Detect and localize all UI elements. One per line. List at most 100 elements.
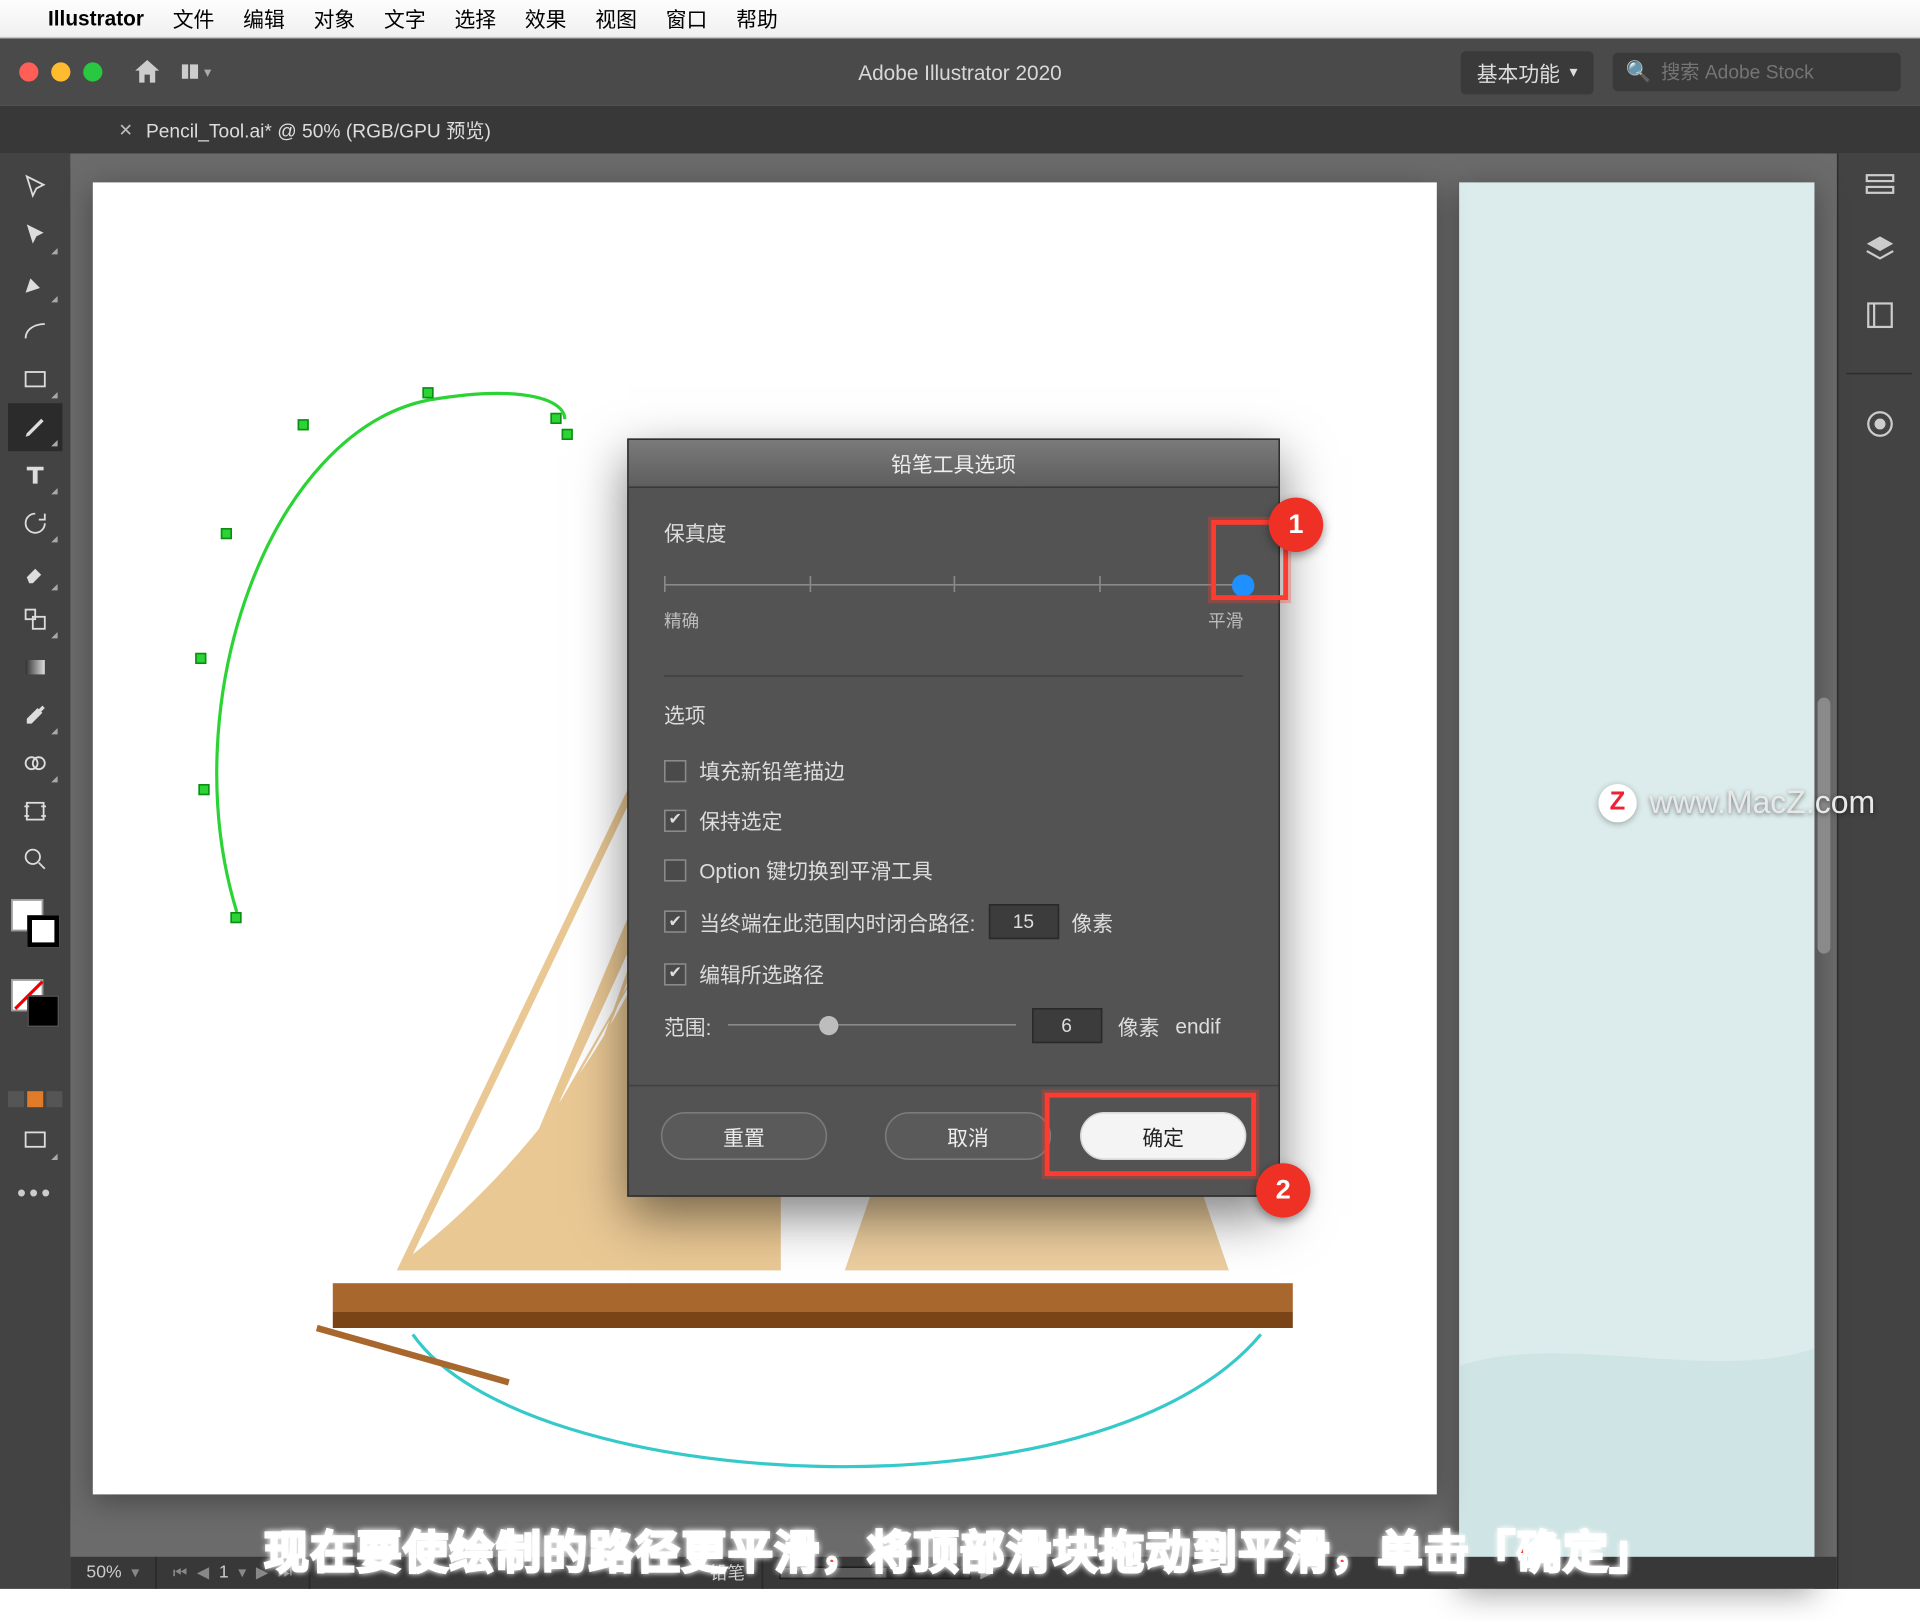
eraser-tool[interactable] [8,547,62,595]
eyedropper-tool[interactable] [8,691,62,739]
pencil-tool-options-dialog: 铅笔工具选项 保真度 精确 平滑 1 选项 填充新铅笔描边 [627,438,1280,1196]
close-tab-icon[interactable]: ✕ [118,119,133,140]
document-tab[interactable]: ✕ Pencil_Tool.ai* @ 50% (RGB/GPU 预览) [99,106,510,154]
app-bar: ▾ Adobe Illustrator 2020 基本功能 ▾ 🔍 [0,38,1920,105]
options-label: 选项 [664,699,1243,729]
reset-button[interactable]: 重置 [661,1112,827,1160]
anchor-point[interactable] [298,419,309,430]
edit-toolbar[interactable]: ••• [8,1165,62,1213]
workspace-switcher[interactable]: 基本功能 ▾ [1461,50,1594,93]
ellipsis-icon: ••• [17,1181,54,1210]
rotate-tool[interactable] [8,499,62,547]
search-icon: 🔍 [1626,59,1652,85]
tools-panel: ••• [0,154,70,1589]
pen-tool[interactable] [8,259,62,307]
keep-selected-checkbox[interactable]: 保持选定 [664,805,1243,835]
checkbox-label: 填充新铅笔描边 [699,755,845,785]
watermark-text: www.MacZ.com [1649,785,1875,822]
menu-window[interactable]: 窗口 [666,3,708,33]
fidelity-smooth-label: 平滑 [1208,608,1243,634]
pencil-tool[interactable] [8,403,62,451]
fill-stroke-swatch[interactable] [8,899,62,963]
unit-label: 像素 [1071,906,1113,936]
anchor-point[interactable] [195,653,206,664]
right-panels-dock [1837,154,1920,1589]
sea-artwork [1459,182,1814,1588]
close-paths-value[interactable] [988,904,1058,939]
workspace-label: 基本功能 [1477,57,1560,87]
artboard-secondary[interactable] [1459,182,1814,1588]
fidelity-label: 保真度 [664,517,1243,547]
gradient-tool[interactable] [8,643,62,691]
checkbox-label: 当终端在此范围内时闭合路径: [699,906,975,936]
chevron-down-icon: ▾ [1570,63,1578,81]
screen-mode-tool[interactable] [8,1117,62,1165]
vertical-scrollbar[interactable] [1818,698,1831,954]
tutorial-caption: 现在要使绘制的路径更平滑，将顶部滑块拖动到平滑，单击「确定」 [0,1518,1920,1582]
type-tool[interactable] [8,451,62,499]
cancel-button[interactable]: 取消 [885,1112,1051,1160]
layers-panel-icon[interactable] [1862,232,1897,275]
menu-object[interactable]: 对象 [314,3,356,33]
stroke-swatch[interactable] [27,915,59,947]
close-paths-checkbox[interactable]: 当终端在此范围内时闭合路径: 像素 [664,904,1243,939]
drawn-path [205,384,589,944]
rectangle-tool[interactable] [8,355,62,403]
window-controls [19,62,102,81]
menu-select[interactable]: 选择 [454,3,496,33]
fill-new-strokes-checkbox[interactable]: 填充新铅笔描边 [664,755,1243,785]
fullscreen-window-button[interactable] [83,62,102,81]
fidelity-slider[interactable] [664,570,1243,602]
anchor-point[interactable] [562,429,573,440]
edit-selected-paths-checkbox[interactable]: 编辑所选路径 [664,958,1243,988]
anchor-point[interactable] [221,528,232,539]
within-range-row: 范围: 像素 endif [664,1008,1243,1043]
anchor-point[interactable] [422,387,433,398]
artboard-tool[interactable] [8,787,62,835]
option-toggles-smooth-checkbox[interactable]: Option 键切换到平滑工具 [664,854,1243,884]
fidelity-accurate-label: 精确 [664,608,699,634]
within-range-value[interactable] [1031,1008,1101,1043]
zoom-tool[interactable] [8,835,62,883]
curvature-tool[interactable] [8,307,62,355]
appearance-panel-icon[interactable] [1862,406,1897,449]
menu-view[interactable]: 视图 [595,3,637,33]
document-tabs: ✕ Pencil_Tool.ai* @ 50% (RGB/GPU 预览) [0,106,1920,154]
watermark: Z www.MacZ.com [1598,784,1875,822]
scale-tool[interactable] [8,595,62,643]
adobe-stock-search[interactable]: 🔍 [1613,53,1901,91]
anchor-point[interactable] [198,784,209,795]
anchor-point[interactable] [550,413,561,424]
shape-builder-tool[interactable] [8,739,62,787]
tutorial-badge-2: 2 [1256,1163,1310,1217]
ok-button[interactable]: 确定 [1080,1112,1246,1160]
menu-effect[interactable]: 效果 [525,3,567,33]
home-icon[interactable] [131,56,163,88]
draw-mode-icons[interactable] [8,1091,62,1107]
properties-panel-icon[interactable] [1862,166,1897,209]
anchor-point[interactable] [230,912,241,923]
libraries-panel-icon[interactable] [1862,298,1897,341]
color-swatch[interactable] [27,995,59,1027]
close-window-button[interactable] [19,62,38,81]
menu-edit[interactable]: 编辑 [243,3,285,33]
tutorial-badge-1: 1 [1269,498,1323,552]
direct-selection-tool[interactable] [8,211,62,259]
mac-menubar[interactable]: Illustrator 文件 编辑 对象 文字 选择 效果 视图 窗口 帮助 [0,0,1920,38]
checkbox-label: 编辑所选路径 [699,958,824,988]
dialog-title: 铅笔工具选项 [629,440,1279,488]
app-name[interactable]: Illustrator [48,6,144,30]
minimize-window-button[interactable] [51,62,70,81]
range-label: 范围: [664,1010,711,1040]
within-range-slider[interactable] [727,1013,1015,1039]
selection-tool[interactable] [8,163,62,211]
menu-file[interactable]: 文件 [173,3,215,33]
arrange-documents-icon[interactable]: ▾ [179,56,211,88]
fidelity-slider-thumb[interactable] [1232,574,1254,596]
caption-text: 现在要使绘制的路径更平滑，将顶部滑块拖动到平滑，单击「确定」 [264,1518,1656,1582]
search-input[interactable] [1661,61,1888,83]
menu-help[interactable]: 帮助 [736,3,778,33]
menu-type[interactable]: 文字 [384,3,426,33]
checkbox-label: Option 键切换到平滑工具 [699,854,932,884]
watermark-logo: Z [1598,784,1636,822]
